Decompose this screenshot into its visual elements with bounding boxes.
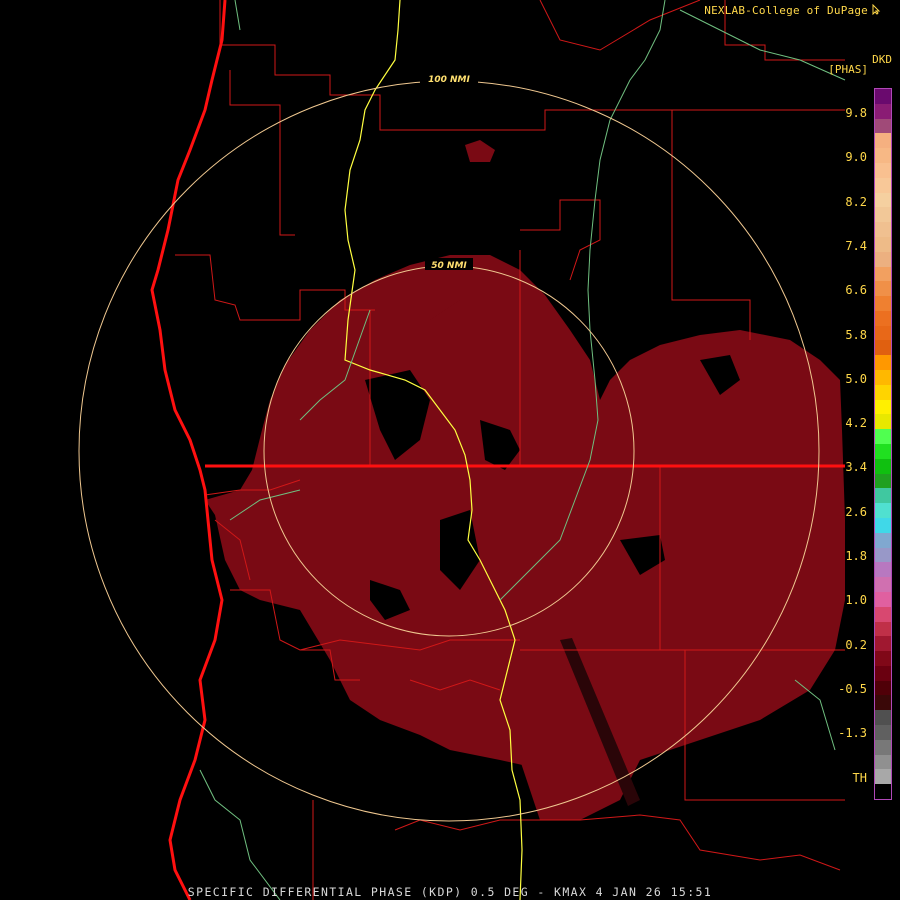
credit-label: NEXLAB-College of DuPage bbox=[704, 4, 868, 17]
scale-segment bbox=[875, 606, 891, 622]
scale-segment bbox=[875, 133, 891, 149]
scale-segment bbox=[875, 577, 891, 593]
scale-tick-label: 8.2 bbox=[845, 194, 867, 209]
scale-segment bbox=[875, 207, 891, 223]
scale-tick-label: TH bbox=[852, 770, 867, 785]
scale-segment bbox=[875, 636, 891, 652]
scale-tick-label: -0.5 bbox=[838, 681, 867, 696]
scale-segment bbox=[875, 695, 891, 711]
scale-segment bbox=[875, 310, 891, 327]
echo-north-patch bbox=[465, 140, 495, 162]
scale-tick-label: 2.6 bbox=[845, 504, 867, 519]
range-label-50: 50 NMI bbox=[431, 261, 467, 271]
scale-segment bbox=[875, 266, 891, 282]
cursor-icon bbox=[872, 4, 881, 15]
scale-segment bbox=[875, 399, 891, 415]
color-scale bbox=[874, 88, 892, 800]
scale-segment bbox=[875, 370, 891, 386]
scale-segment bbox=[875, 547, 891, 563]
scale-segment bbox=[875, 192, 891, 208]
scale-tick-label: 1.0 bbox=[845, 593, 867, 608]
product-code: DKD bbox=[872, 53, 892, 66]
scale-tick-label: 0.2 bbox=[845, 637, 867, 652]
scale-tick-label: 9.0 bbox=[845, 150, 867, 165]
range-label-100: 100 NMI bbox=[428, 75, 470, 85]
scale-segment bbox=[875, 562, 891, 578]
coastline bbox=[150, 0, 227, 900]
scale-tick-label: 7.4 bbox=[845, 238, 867, 253]
scale-segment bbox=[875, 710, 891, 726]
scale-segment bbox=[875, 621, 891, 637]
scale-segment bbox=[875, 680, 891, 696]
scale-segment bbox=[875, 414, 891, 430]
scale-segment bbox=[875, 754, 891, 770]
scale-segment bbox=[875, 148, 891, 164]
scale-segment bbox=[875, 162, 891, 179]
scale-tick-label: 6.6 bbox=[845, 283, 867, 298]
scale-segment bbox=[875, 503, 891, 519]
scale-segment bbox=[875, 458, 891, 475]
scale-segment bbox=[875, 739, 891, 756]
scale-tick-label: 3.4 bbox=[845, 460, 867, 475]
scale-segment bbox=[875, 429, 891, 445]
scale-segment bbox=[875, 325, 891, 341]
scale-segment bbox=[875, 784, 891, 800]
scale-segment bbox=[875, 665, 891, 682]
units-label: [PHAS] bbox=[828, 63, 868, 76]
scale-tick-label: -1.3 bbox=[838, 726, 867, 741]
scale-segment bbox=[875, 591, 891, 608]
scale-tick-label: 1.8 bbox=[845, 549, 867, 563]
scale-tick-label: 5.8 bbox=[845, 327, 867, 342]
scale-segment bbox=[875, 281, 891, 297]
scale-segment bbox=[875, 488, 891, 504]
scale-segment bbox=[875, 725, 891, 741]
scale-segment bbox=[875, 473, 891, 489]
scale-tick-label: 9.8 bbox=[845, 106, 867, 120]
scale-segment bbox=[875, 532, 891, 549]
scale-segment bbox=[875, 340, 891, 356]
scale-tick-label: 4.2 bbox=[845, 416, 867, 431]
scale-segment bbox=[875, 89, 891, 105]
radar-display: 100 NMI 50 NMI NEXLAB-College of DuPage … bbox=[0, 0, 900, 900]
scale-segment bbox=[875, 769, 891, 785]
product-footer: SPECIFIC DIFFERENTIAL PHASE (KDP) 0.5 DE… bbox=[187, 885, 713, 899]
scale-segment bbox=[875, 236, 891, 253]
scale-segment bbox=[875, 222, 891, 238]
scale-tick-label: 5.0 bbox=[845, 371, 867, 386]
scale-segment bbox=[875, 103, 891, 120]
scale-segment bbox=[875, 177, 891, 194]
scale-segment bbox=[875, 517, 891, 534]
echo-field bbox=[205, 140, 845, 820]
scale-segment bbox=[875, 384, 891, 401]
scale-segment bbox=[875, 251, 891, 267]
scale-segment bbox=[875, 355, 891, 371]
radar-map[interactable]: 100 NMI 50 NMI bbox=[0, 0, 900, 900]
scale-segment bbox=[875, 651, 891, 667]
scale-segment bbox=[875, 118, 891, 134]
scale-segment bbox=[875, 296, 891, 312]
scale-segment bbox=[875, 444, 891, 460]
